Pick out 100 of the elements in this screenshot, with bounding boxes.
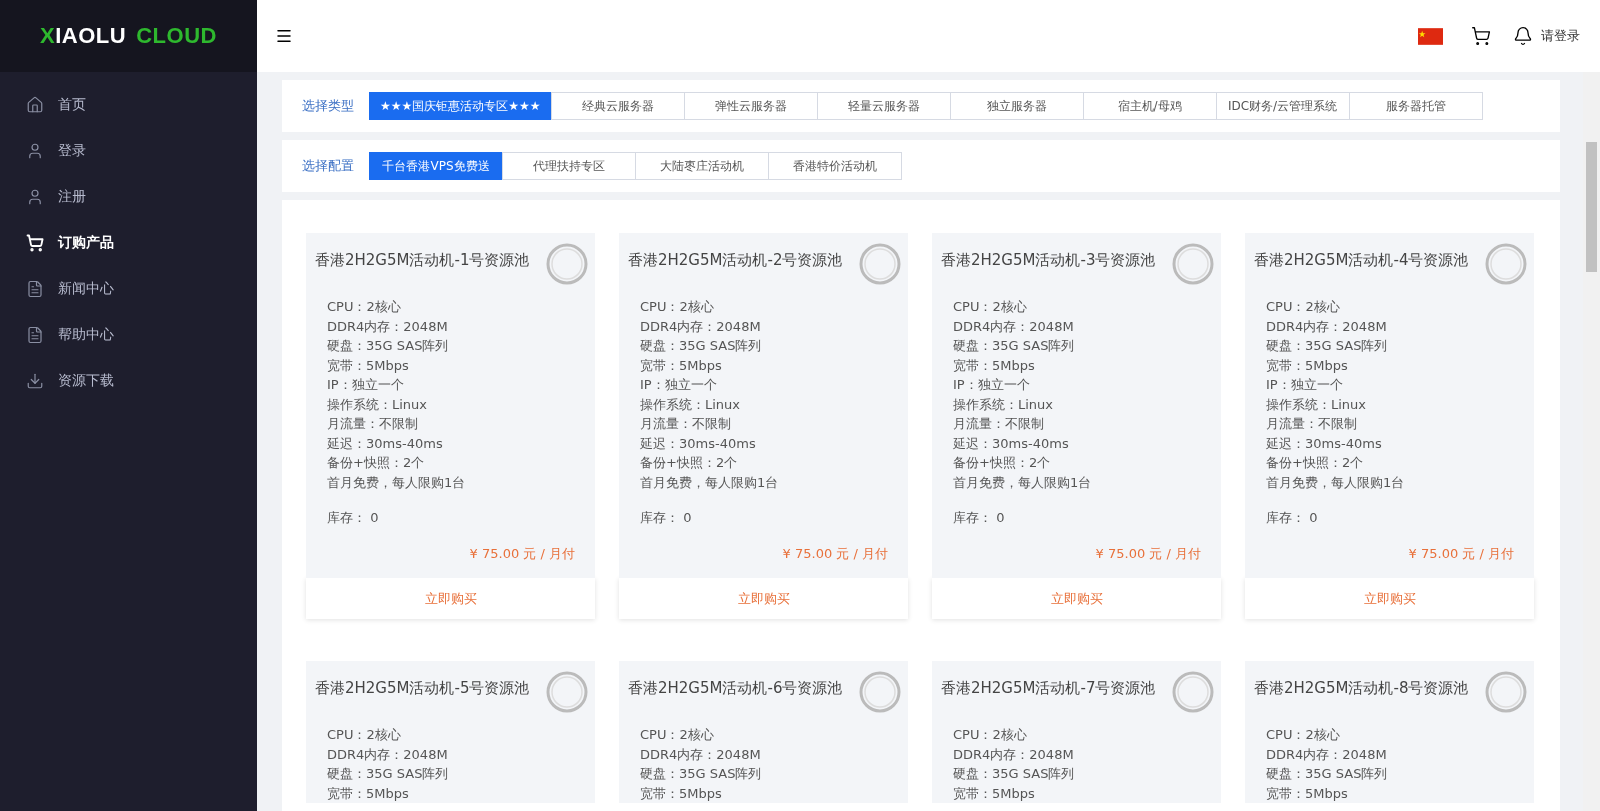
spec-line: 宽带：5Mbps bbox=[327, 356, 410, 375]
spec-line: 操作系统：Linux bbox=[1266, 395, 1368, 414]
flag-icon[interactable] bbox=[1418, 27, 1443, 45]
product-title: 香港2H2G5M活动机-8号资源池 bbox=[1254, 679, 1469, 699]
filter-option[interactable]: 大陆枣庄活动机 bbox=[635, 152, 769, 180]
spec-line: 宽带：5Mbps bbox=[640, 784, 723, 803]
cart-icon[interactable] bbox=[1471, 26, 1491, 46]
spec-line: 宽带：5Mbps bbox=[327, 784, 410, 803]
spec-line: CPU：2核心 bbox=[327, 726, 402, 744]
filter-option[interactable]: 宿主机/母鸡 bbox=[1082, 92, 1217, 120]
product-title: 香港2H2G5M活动机-4号资源池 bbox=[1254, 251, 1469, 271]
scrollbar[interactable] bbox=[1583, 72, 1600, 811]
document-icon bbox=[26, 280, 44, 298]
product-title: 香港2H2G5M活动机-7号资源池 bbox=[941, 679, 1156, 699]
spec-line: IP：独立一个 bbox=[1266, 376, 1344, 394]
spec-line: 月流量：不限制 bbox=[953, 415, 1045, 433]
spec-line: CPU：2核心 bbox=[1266, 726, 1341, 744]
filter-label: 选择配置 bbox=[302, 157, 354, 175]
spec-line: DDR4内存：2048M bbox=[640, 745, 762, 764]
price-text: ¥ 75.00 元 / 月付 bbox=[468, 544, 576, 563]
cart-icon bbox=[26, 234, 44, 252]
price-text: ¥ 75.00 元 / 月付 bbox=[1407, 544, 1515, 563]
spec-line: 硬盘：35G SAS阵列 bbox=[640, 765, 763, 783]
spec-line: 首月免费，每人限购1台 bbox=[953, 473, 1093, 492]
filter-option[interactable]: 弹性云服务器 bbox=[683, 92, 818, 120]
filter-option[interactable]: IDC财务/云管理系统 bbox=[1215, 92, 1350, 120]
sidebar-item[interactable]: 订购产品 bbox=[0, 220, 257, 266]
sidebar-item[interactable]: 注册 bbox=[0, 174, 257, 220]
menu-icon[interactable] bbox=[275, 27, 293, 45]
price-text: ¥ 75.00 元 / 月付 bbox=[1094, 544, 1202, 563]
spec-line: 首月免费，每人限购1台 bbox=[1266, 473, 1406, 492]
filter-option[interactable]: 轻量云服务器 bbox=[816, 92, 951, 120]
spec-line: DDR4内存：2048M bbox=[953, 745, 1075, 764]
spec-line: DDR4内存：2048M bbox=[640, 317, 762, 336]
spec-line: DDR4内存：2048M bbox=[1266, 745, 1388, 764]
circle-stamp-icon bbox=[1484, 242, 1528, 286]
circle-stamp-icon bbox=[858, 242, 902, 286]
circle-stamp-icon bbox=[1171, 670, 1215, 714]
filter-option[interactable]: 代理扶持专区 bbox=[502, 152, 636, 180]
spec-line: 硬盘：35G SAS阵列 bbox=[1266, 337, 1389, 355]
spec-line: 月流量：不限制 bbox=[327, 415, 419, 433]
filter-option[interactable]: 香港特价活动机 bbox=[768, 152, 902, 180]
download-icon bbox=[26, 372, 44, 390]
sidebar-item[interactable]: 资源下载 bbox=[0, 358, 257, 404]
filter-option[interactable]: 独立服务器 bbox=[949, 92, 1084, 120]
product-title: 香港2H2G5M活动机-3号资源池 bbox=[941, 251, 1156, 271]
filter-option[interactable]: 经典云服务器 bbox=[550, 92, 685, 120]
notification-bell-icon[interactable] bbox=[1513, 26, 1533, 46]
user-icon bbox=[26, 142, 44, 160]
sidebar-item[interactable]: 登录 bbox=[0, 128, 257, 174]
spec-line: CPU：2核心 bbox=[953, 726, 1028, 744]
spec-line: CPU：2核心 bbox=[640, 298, 715, 316]
home-icon bbox=[26, 96, 44, 114]
stock-text: 库存： 0 bbox=[952, 509, 1006, 527]
spec-line: DDR4内存：2048M bbox=[953, 317, 1075, 336]
spec-line: 延迟：30ms-40ms bbox=[953, 434, 1070, 453]
filter-option[interactable]: 服务器托管 bbox=[1348, 92, 1483, 120]
spec-line: 硬盘：35G SAS阵列 bbox=[953, 765, 1076, 783]
spec-line: 操作系统：Linux bbox=[327, 395, 429, 414]
spec-line: 宽带：5Mbps bbox=[1266, 784, 1349, 803]
spec-line: 备份+快照：2个 bbox=[1266, 454, 1365, 472]
spec-line: 硬盘：35G SAS阵列 bbox=[327, 337, 450, 355]
filter-option[interactable]: ★★★国庆钜惠活动专区★★★ bbox=[369, 92, 552, 120]
spec-line: 延迟：30ms-40ms bbox=[327, 434, 444, 453]
spec-line: 月流量：不限制 bbox=[640, 415, 732, 433]
sidebar-item[interactable]: 首页 bbox=[0, 82, 257, 128]
stock-text: 库存： 0 bbox=[326, 509, 380, 527]
stock-text: 库存： 0 bbox=[1265, 509, 1319, 527]
spec-line: 硬盘：35G SAS阵列 bbox=[327, 765, 450, 783]
login-link[interactable]: 请登录 bbox=[1541, 27, 1580, 45]
spec-line: 首月免费，每人限购1台 bbox=[327, 473, 467, 492]
filter-label: 选择类型 bbox=[302, 97, 354, 115]
spec-line: 硬盘：35G SAS阵列 bbox=[1266, 765, 1389, 783]
stock-text: 库存： 0 bbox=[639, 509, 693, 527]
spec-line: DDR4内存：2048M bbox=[1266, 317, 1388, 336]
product-title: 香港2H2G5M活动机-6号资源池 bbox=[628, 679, 843, 699]
spec-line: 宽带：5Mbps bbox=[953, 784, 1036, 803]
document-icon bbox=[26, 326, 44, 344]
circle-stamp-icon bbox=[545, 242, 589, 286]
spec-line: 硬盘：35G SAS阵列 bbox=[640, 337, 763, 355]
spec-line: CPU：2核心 bbox=[953, 298, 1028, 316]
spec-line: 操作系统：Linux bbox=[640, 395, 742, 414]
scrollbar-thumb[interactable] bbox=[1586, 142, 1597, 272]
spec-line: 宽带：5Mbps bbox=[1266, 356, 1349, 375]
spec-line: IP：独立一个 bbox=[327, 376, 405, 394]
spec-line: 备份+快照：2个 bbox=[640, 454, 739, 472]
product-title: 香港2H2G5M活动机-1号资源池 bbox=[315, 251, 530, 271]
price-text: ¥ 75.00 元 / 月付 bbox=[781, 544, 889, 563]
sidebar-item[interactable]: 新闻中心 bbox=[0, 266, 257, 312]
spec-line: 延迟：30ms-40ms bbox=[640, 434, 757, 453]
spec-line: 月流量：不限制 bbox=[1266, 415, 1358, 433]
spec-line: 延迟：30ms-40ms bbox=[1266, 434, 1383, 453]
spec-line: CPU：2核心 bbox=[640, 726, 715, 744]
filter-option[interactable]: 千台香港VPS免费送 bbox=[369, 152, 503, 180]
spec-line: 操作系统：Linux bbox=[953, 395, 1055, 414]
sidebar-item[interactable]: 帮助中心 bbox=[0, 312, 257, 358]
circle-stamp-icon bbox=[1484, 670, 1528, 714]
spec-line: 首月免费，每人限购1台 bbox=[640, 473, 780, 492]
spec-line: 硬盘：35G SAS阵列 bbox=[953, 337, 1076, 355]
logo[interactable]: XIAOLU CLOUD bbox=[40, 23, 217, 49]
